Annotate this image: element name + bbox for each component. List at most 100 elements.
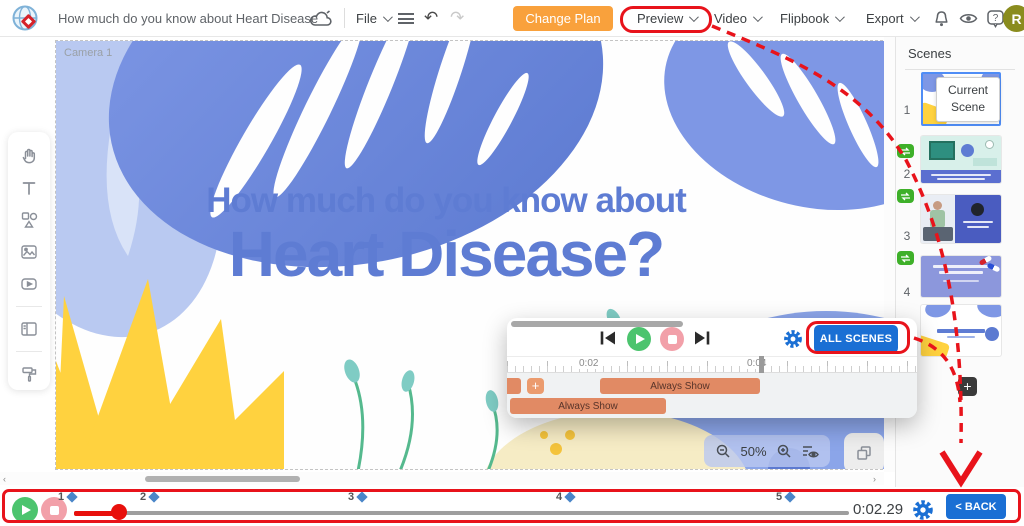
shapes-tool[interactable] — [8, 204, 50, 236]
playhead-handle[interactable] — [759, 356, 764, 374]
stop-button[interactable] — [660, 327, 684, 351]
scene-thumbnail-4[interactable] — [921, 256, 1001, 297]
next-frame-button[interactable] — [693, 330, 711, 346]
zoom-in-icon[interactable] — [776, 443, 792, 459]
back-button[interactable]: < BACK — [946, 494, 1006, 519]
preview-player-panel: ALL SCENES 0:02 0:04 + Always Show Alway… — [507, 318, 917, 418]
current-scene-tooltip: Current Scene — [936, 77, 1000, 122]
ruler-ticks — [507, 366, 917, 372]
app-window: How much do you know about Heart Disease… — [0, 0, 1024, 526]
scene-marker-4[interactable]: 4 — [556, 491, 574, 503]
duplicate-scene-button[interactable] — [844, 433, 884, 470]
eye-icon[interactable] — [959, 12, 978, 25]
scenes-panel-title: Scenes — [908, 46, 951, 61]
tool-divider — [16, 306, 42, 307]
ruler-time-label: 0:02 — [577, 358, 600, 369]
chevron-down-icon — [753, 12, 763, 22]
previous-frame-button[interactable] — [599, 330, 617, 346]
horizontal-scrollbar[interactable]: ‹ › — [0, 472, 884, 485]
marker-number: 1 — [58, 491, 64, 503]
add-track-item-button[interactable]: + — [527, 378, 544, 394]
play-icon — [22, 505, 31, 515]
image-tool[interactable] — [8, 236, 50, 268]
slide-title-line1[interactable]: How much do you know about — [56, 181, 836, 221]
scrub-track[interactable] — [74, 511, 849, 515]
scene-number-4: 4 — [900, 285, 914, 299]
menu-file[interactable]: File — [356, 0, 390, 37]
scene-number-3: 3 — [900, 229, 914, 243]
bottom-scrub-bar: 1 2 3 4 5 0:02.29 < BACK — [0, 487, 1024, 526]
track-row: + Always Show — [507, 378, 917, 394]
stop-icon — [668, 335, 677, 344]
menu-preview[interactable]: Preview — [637, 0, 696, 37]
scene-marker-5[interactable]: 5 — [776, 491, 794, 503]
all-scenes-button[interactable]: ALL SCENES — [814, 325, 898, 353]
play-button[interactable] — [12, 497, 38, 523]
scene-thumbnail-2[interactable] — [921, 136, 1001, 183]
transition-arrows-icon — [900, 254, 911, 263]
zoom-level-value[interactable]: 50% — [740, 444, 766, 459]
cloud-sync-icon[interactable] — [309, 10, 332, 27]
hamburger-menu-icon[interactable] — [398, 13, 414, 24]
change-plan-button[interactable]: Change Plan — [513, 6, 613, 31]
layout-tool[interactable] — [8, 313, 50, 345]
video-icon — [19, 274, 39, 294]
menu-video[interactable]: Video — [714, 0, 760, 37]
notifications-bell-icon[interactable] — [933, 10, 950, 28]
video-tool[interactable] — [8, 268, 50, 300]
pan-hand-tool[interactable] — [8, 140, 50, 172]
track-bar[interactable]: Always Show — [510, 398, 666, 414]
track-bar-partial[interactable] — [507, 378, 521, 394]
menu-export[interactable]: Export — [866, 0, 917, 37]
paint-roller-icon — [19, 364, 39, 384]
scrub-playhead-handle[interactable] — [111, 504, 127, 520]
marker-number: 2 — [140, 491, 146, 503]
zoom-out-icon[interactable] — [715, 443, 731, 459]
scene-transition-button[interactable] — [897, 144, 914, 158]
scroll-right-icon[interactable]: › — [873, 474, 876, 484]
scene-number-1: 1 — [900, 103, 914, 117]
user-avatar[interactable]: R — [1003, 5, 1024, 32]
play-icon — [636, 334, 645, 344]
layout-icon — [19, 319, 39, 339]
scene-marker-3[interactable]: 3 — [348, 491, 366, 503]
scene-thumbnail-5[interactable] — [921, 305, 1001, 356]
diamond-marker-icon — [564, 491, 575, 502]
player-settings-gear-icon[interactable] — [783, 329, 803, 349]
add-scene-button[interactable]: + — [958, 377, 977, 396]
menu-flipbook[interactable]: Flipbook — [780, 0, 842, 37]
app-logo-icon[interactable] — [11, 4, 41, 34]
player-timeline-ruler[interactable]: 0:02 0:04 — [507, 356, 917, 373]
undo-button[interactable]: ↶ — [424, 5, 438, 31]
image-icon — [19, 242, 39, 262]
hand-icon — [19, 146, 39, 166]
transition-arrows-icon — [900, 147, 911, 156]
menu-file-label: File — [356, 11, 377, 26]
scene-marker-2[interactable]: 2 — [140, 491, 158, 503]
marker-number: 4 — [556, 491, 562, 503]
play-button[interactable] — [627, 327, 651, 351]
menu-flipbook-label: Flipbook — [780, 11, 829, 26]
stop-icon — [50, 506, 59, 515]
current-time: 0:02.29 — [853, 501, 903, 518]
track-row: Always Show — [507, 398, 917, 414]
background-tool[interactable] — [8, 358, 50, 390]
timeline-settings-gear-icon[interactable] — [912, 499, 934, 521]
svg-text:?: ? — [993, 13, 999, 24]
scene-marker-1[interactable]: 1 — [58, 491, 76, 503]
player-scrollbar-thumb[interactable] — [511, 321, 683, 327]
slide-title-line2[interactable]: Heart Disease? — [56, 217, 836, 291]
scroll-left-icon[interactable]: ‹ — [3, 474, 6, 484]
transition-arrows-icon — [900, 192, 911, 201]
quick-preview-icon[interactable] — [801, 443, 819, 459]
redo-button[interactable]: ↷ — [450, 5, 464, 31]
scrollbar-thumb[interactable] — [145, 476, 300, 482]
text-tool[interactable] — [8, 172, 50, 204]
document-title[interactable]: How much do you know about Heart Disease — [58, 0, 318, 37]
menu-export-label: Export — [866, 11, 904, 26]
scene-transition-button[interactable] — [897, 189, 914, 203]
scene-transition-button[interactable] — [897, 251, 914, 265]
scene-thumbnail-3[interactable] — [921, 195, 1001, 243]
track-bar[interactable]: Always Show — [600, 378, 760, 394]
diamond-marker-icon — [148, 491, 159, 502]
